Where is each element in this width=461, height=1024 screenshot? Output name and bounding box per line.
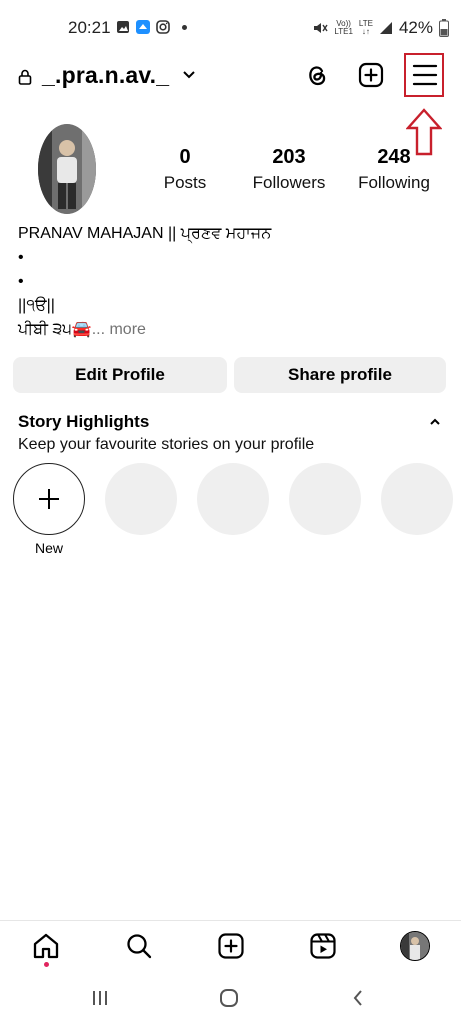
volte-indicator: Vo)) LTE1 bbox=[334, 19, 353, 36]
gallery-icon bbox=[117, 21, 129, 33]
nav-home[interactable] bbox=[31, 931, 61, 961]
home-notification-dot bbox=[44, 962, 49, 967]
story-highlights-title: Story Highlights bbox=[18, 412, 150, 431]
nav-create[interactable] bbox=[216, 931, 246, 961]
avatar-photo bbox=[38, 124, 96, 214]
profile-avatar-thumb bbox=[400, 931, 430, 961]
bio-line: ਪੀਬੀ ੩੫🚘 bbox=[18, 321, 92, 338]
status-bar: 20:21 Vo)) LTE1 LTE ↓↑ 42% bbox=[0, 0, 461, 56]
nav-search[interactable] bbox=[124, 931, 154, 961]
system-navigation bbox=[0, 978, 461, 1024]
back-button[interactable] bbox=[346, 986, 370, 1010]
chevron-down-icon[interactable] bbox=[182, 68, 196, 82]
recent-apps-icon bbox=[93, 991, 107, 1005]
story-highlights-subtitle: Keep your favourite stories on your prof… bbox=[18, 436, 315, 453]
plus-square-icon bbox=[358, 62, 384, 88]
profile-avatar[interactable] bbox=[38, 124, 96, 214]
profile-name: PRANAV MAHAJAN || ਪ੍ਰਣਵ ਮਹਾਜਨ bbox=[18, 225, 272, 242]
threads-icon bbox=[309, 66, 326, 86]
reels-icon bbox=[310, 933, 336, 959]
avatar-thumb-photo bbox=[401, 932, 429, 960]
create-post-button[interactable] bbox=[356, 60, 386, 90]
status-time: 20:21 bbox=[68, 18, 111, 37]
home-icon bbox=[33, 933, 59, 959]
search-icon bbox=[127, 934, 152, 959]
bio-line: • bbox=[18, 249, 24, 266]
recent-apps-button[interactable] bbox=[88, 986, 112, 1010]
followers-count: 203 bbox=[272, 146, 306, 168]
new-highlight-button[interactable] bbox=[13, 463, 85, 535]
share-profile-button[interactable]: Share profile bbox=[234, 357, 446, 393]
plus-square-icon bbox=[218, 933, 244, 959]
annotation-highlight-box bbox=[404, 53, 444, 97]
bio-more-link[interactable]: ... more bbox=[92, 321, 146, 338]
username-switcher[interactable]: _.pra.n.av._ bbox=[42, 62, 169, 89]
highlight-placeholder bbox=[289, 463, 361, 535]
lte-indicator: LTE ↓↑ bbox=[358, 19, 373, 36]
bio-line: • bbox=[18, 273, 24, 290]
instagram-notification-icon bbox=[156, 20, 170, 34]
following-count: 248 bbox=[377, 146, 411, 168]
highlight-placeholder bbox=[197, 463, 269, 535]
bottom-navigation bbox=[0, 920, 461, 976]
followers-stat[interactable]: 203 Followers bbox=[247, 146, 331, 193]
plus-icon bbox=[39, 489, 59, 509]
highlight-placeholder bbox=[381, 463, 453, 535]
new-highlight-label: New bbox=[34, 540, 63, 556]
following-stat[interactable]: 248 Following bbox=[353, 146, 435, 193]
bio-line: ||੧ੳ|| bbox=[18, 297, 55, 314]
chevron-up-icon[interactable] bbox=[428, 416, 442, 428]
mute-icon bbox=[314, 23, 328, 33]
posts-stat[interactable]: 0 Posts bbox=[160, 146, 210, 193]
app-notification-icon bbox=[136, 20, 150, 34]
bio-last-line: ਪੀਬੀ ੩੫🚘... more bbox=[18, 318, 448, 342]
signal-icon bbox=[379, 22, 392, 34]
profile-bio: PRANAV MAHAJAN || ਪ੍ਰਣਵ ਮਹਾਜਨ • • ||੧ੳ||… bbox=[18, 222, 448, 342]
battery-icon bbox=[439, 19, 449, 37]
followers-label: Followers bbox=[252, 173, 326, 192]
highlight-placeholder bbox=[105, 463, 177, 535]
home-circle-icon bbox=[220, 989, 238, 1007]
battery-percent: 42% bbox=[398, 18, 433, 37]
back-icon bbox=[353, 990, 362, 1006]
status-right: Vo)) LTE1 LTE ↓↑ 42% bbox=[312, 18, 449, 38]
edit-profile-button[interactable]: Edit Profile bbox=[13, 357, 227, 393]
following-label: Following bbox=[358, 173, 430, 192]
nav-profile[interactable] bbox=[400, 931, 430, 961]
profile-header: _.pra.n.av._ bbox=[0, 56, 461, 100]
posts-count: 0 bbox=[179, 146, 191, 168]
notification-icons bbox=[116, 20, 187, 34]
more-notifications-dot bbox=[182, 24, 187, 30]
home-button[interactable] bbox=[217, 986, 241, 1010]
posts-label: Posts bbox=[163, 173, 207, 192]
nav-reels[interactable] bbox=[308, 931, 338, 961]
threads-button[interactable] bbox=[302, 60, 332, 90]
lock-icon bbox=[18, 69, 32, 85]
